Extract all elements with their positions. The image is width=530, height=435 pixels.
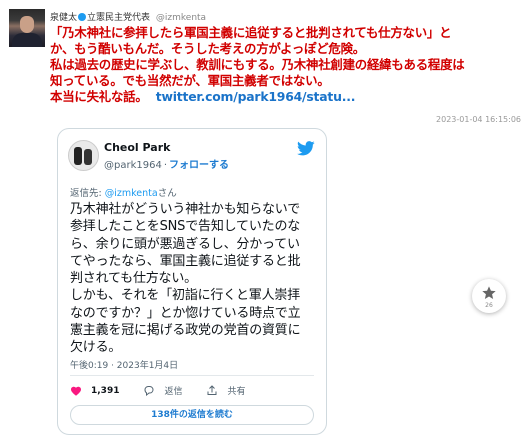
handle-separator: ·	[163, 160, 168, 171]
twitter-bird-icon[interactable]	[297, 141, 315, 156]
reply-prefix: 返信先:	[70, 188, 105, 199]
verified-badge-icon	[78, 13, 87, 21]
action-bar: 1,391 返信 共有	[70, 384, 270, 397]
embedded-tweet-card[interactable]: Cheol Park @park1964 · フォローする 返信先: @izmken…	[57, 128, 327, 435]
share-action[interactable]: 共有	[206, 384, 246, 397]
like-action[interactable]: 1,391	[70, 385, 119, 396]
post-timestamp: 2023-01-04 16:15:06	[436, 115, 521, 124]
post-header: 泉健太 立憲民主党代表 @izmkenta	[50, 10, 206, 23]
reply-label: 返信	[164, 387, 183, 397]
embedded-author-avatar[interactable]	[68, 140, 99, 171]
favorite-button[interactable]: 26	[472, 279, 506, 313]
reply-action[interactable]: 返信	[143, 384, 182, 397]
post-line-1: 「乃木神社に参拝したら軍国主義に追従すると批判されても仕方ない」と	[50, 25, 452, 40]
divider	[70, 375, 314, 376]
share-label: 共有	[227, 387, 246, 397]
favorite-count: 26	[485, 302, 493, 309]
post-text: 「乃木神社に参拝したら軍国主義に追従すると批判されても仕方ない」と か、もう酷い…	[50, 25, 520, 105]
post-line-5: 本当に失礼な話。	[50, 89, 148, 104]
embedded-author-name[interactable]: Cheol Park	[104, 141, 170, 154]
embedded-tweet-body: 乃木神社がどういう神社かも知らないで 参拝したことをSNSで告知していたのな ら…	[70, 202, 301, 356]
embedded-handle-row: @park1964 · フォローする	[104, 156, 229, 171]
post-line-3: 私は過去の歴史に学ぶし、教訓にもする。乃木神社創建の経緯もある程度は	[50, 57, 465, 72]
tweet-link[interactable]: twitter.com/park1964/statu...	[156, 89, 356, 104]
embedded-tweet-time[interactable]: 午後0:19 · 2023年1月4日	[70, 358, 178, 371]
share-icon	[207, 385, 217, 395]
reply-suffix: さん	[157, 188, 177, 199]
author-handle[interactable]: @izmkenta	[156, 13, 206, 23]
post-line-2: か、もう酷いもんだ。そうした考えの方がよっぽど危険。	[50, 41, 365, 56]
follow-button[interactable]: フォローする	[169, 160, 229, 171]
like-count: 1,391	[91, 385, 120, 396]
heart-icon	[71, 386, 81, 396]
post-line-4: 知っている。でも当然だが、軍国主義者ではない。	[50, 73, 330, 88]
reply-to-handle[interactable]: @izmkenta	[105, 188, 158, 199]
reply-icon	[144, 386, 154, 396]
star-icon	[482, 286, 496, 299]
author-name[interactable]: 泉健太	[50, 13, 77, 23]
embedded-author-handle[interactable]: @park1964	[104, 160, 162, 171]
read-replies-button[interactable]: 138件の返信を読む	[70, 405, 314, 425]
reply-to-line: 返信先: @izmkentaさん	[70, 185, 177, 199]
author-avatar[interactable]	[9, 9, 45, 47]
author-title: 立憲民主党代表	[87, 13, 151, 23]
